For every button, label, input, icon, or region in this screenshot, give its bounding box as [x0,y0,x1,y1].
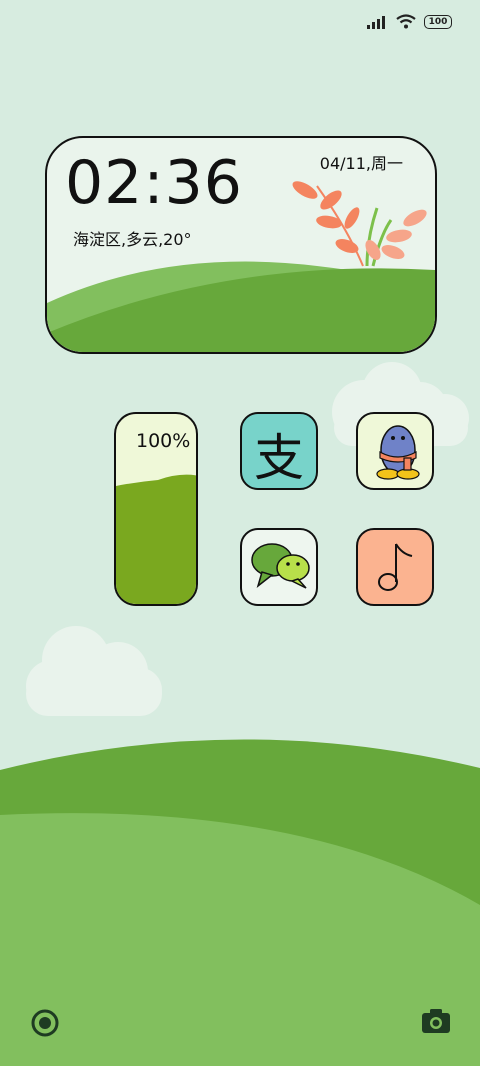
battery-widget[interactable]: 100% [114,412,198,606]
signal-icon [367,15,385,29]
battery-percent: 100% [136,430,191,452]
chat-bubbles-icon [251,543,310,589]
wechat-app-icon[interactable] [240,528,318,606]
status-bar: 100 [366,14,452,29]
qq-app-icon[interactable] [356,412,434,490]
penguin-icon [376,425,420,480]
wifi-icon [396,14,416,29]
cloud-left [26,626,162,716]
clock-date: 04/11,周一 [319,154,403,173]
clock-weather-widget[interactable]: 02:36 04/11,周一 海淀区,多云,20° [45,136,437,354]
douyin-app-icon[interactable] [356,528,434,606]
clock-time: 02:36 [65,148,243,218]
weather-text: 海淀区,多云,20° [73,230,192,249]
music-note-icon [378,543,413,591]
alipay-glyph: 支 [254,429,304,487]
circle-record-icon[interactable] [30,1008,60,1038]
plant-illustration [292,181,427,267]
battery-indicator: 100 [424,14,452,29]
alipay-app-icon[interactable]: 支 [240,412,318,490]
camera-icon[interactable] [421,1008,451,1034]
